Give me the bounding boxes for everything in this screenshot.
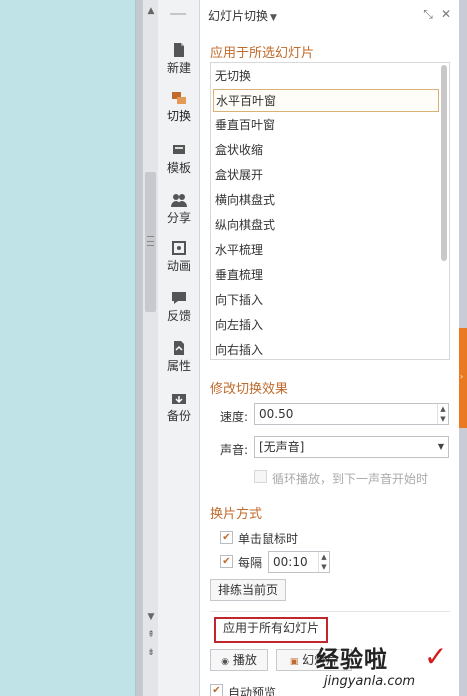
divider [210,611,450,612]
rail-item-share[interactable]: 分享 [158,186,200,234]
grip-icon [147,236,154,246]
interval-value: 00:10 [273,555,308,569]
prev-slide-icon[interactable]: ⇞ [146,630,156,640]
rail-item-feedback[interactable]: 反馈 [158,284,200,332]
template-icon [173,145,185,154]
rail-item-label: 模板 [166,161,191,175]
canvas-scrollbar[interactable]: ▲ ▼ ⇞ ⇟ [142,0,158,696]
backup-icon [172,394,186,404]
every-label: 每隔 [238,556,263,570]
stepper-down-icon[interactable]: ▼ [319,562,329,572]
feedback-icon [172,292,186,304]
rail-item-label: 反馈 [166,309,191,323]
transition-option[interactable]: 垂直百叶窗 [213,114,439,137]
chevron-down-icon: ▼ [437,442,444,451]
transition-icon [172,92,186,104]
sound-value: [无声音] [259,440,305,454]
panel-title-dropdown[interactable]: 幻灯片切换 ▼ [208,7,277,24]
interval-input[interactable]: 00:10 ▲ ▼ [268,551,330,573]
autopreview-checkbox[interactable]: ✔ [210,684,223,696]
rail-item-template[interactable]: 模板 [158,136,200,184]
properties-icon [174,341,184,355]
autopreview-label: 自动预览 [228,686,277,696]
stepper-up-icon[interactable]: ▲ [438,404,448,414]
transition-option-selected[interactable]: 水平百叶窗 [213,89,439,112]
loop-label: 循环播放，到下一声音开始时 [272,472,429,486]
scroll-up-icon[interactable]: ▲ [146,6,156,16]
slide-transition-panel: 幻灯片切换 ▼ ⤡ ✕ 应用于所选幻灯片 无切换 水平百叶窗 垂直百叶窗 盒状收缩… [200,0,459,696]
transition-option[interactable]: 横向棋盘式 [213,189,439,212]
transition-option[interactable]: 垂直梳理 [213,264,439,287]
transition-option[interactable]: 水平梳理 [213,239,439,262]
collapse-icon[interactable]: ⤡ [422,8,434,20]
rail-item-new[interactable]: 新建 [158,36,200,84]
loop-checkbox[interactable] [254,470,267,483]
list-scrollbar-thumb[interactable] [441,65,447,261]
rail-handle [170,13,186,15]
speed-input[interactable]: 00.50 ▲ ▼ [254,403,449,425]
slide-canvas-area [0,0,142,696]
apply-all-button[interactable]: 应用于所有幻灯片 [214,617,328,643]
sound-label: 声音: [220,443,249,457]
chevron-down-icon: ▼ [270,13,277,23]
rail-item-properties[interactable]: 属性 [158,334,200,382]
rail-item-label: 新建 [166,61,191,75]
slideshow-icon: ▣ [289,657,299,667]
speed-value: 00.50 [259,407,294,421]
share-icon [171,194,187,207]
advance-section-title: 换片方式 [210,507,263,522]
transition-option[interactable]: 纵向棋盘式 [213,214,439,237]
transition-option[interactable]: 盒状展开 [213,164,439,187]
rail-item-backup[interactable]: 备份 [158,384,200,432]
apply-section-title: 应用于所选幻灯片 [210,46,315,61]
transition-option[interactable]: 无切换 [213,65,439,88]
rail-item-label: 动画 [166,259,191,273]
task-pane-rail: 新建 切换 模板 分享 动画 反馈 属性 备份 [158,0,200,696]
speed-label: 速度: [220,410,249,424]
sound-select[interactable]: [无声音] ▼ [254,436,449,458]
close-icon[interactable]: ✕ [440,8,452,20]
interval-stepper[interactable]: ▲ ▼ [318,552,329,572]
play-icon: ◉ [221,657,229,667]
slide-preview[interactable] [0,0,136,696]
panel-title: 幻灯片切换 [208,9,269,23]
checkmark-icon: ✓ [424,640,448,673]
on-click-checkbox[interactable]: ✔ [220,531,233,544]
rehearse-button[interactable]: 排练当前页 [210,579,286,601]
list-scrollbar[interactable] [440,65,448,357]
stepper-down-icon[interactable]: ▼ [438,414,448,424]
next-slide-icon[interactable]: ⇟ [146,648,156,658]
scroll-down-icon[interactable]: ▼ [146,612,156,622]
play-button[interactable]: ◉ 播放 [210,649,268,671]
on-click-label: 单击鼠标时 [238,532,299,546]
rail-item-animation[interactable]: 动画 [158,234,200,282]
play-label: 播放 [232,653,257,667]
speed-stepper[interactable]: ▲ ▼ [437,404,448,424]
rail-item-label: 属性 [166,359,191,373]
transition-list[interactable]: 无切换 水平百叶窗 垂直百叶窗 盒状收缩 盒状展开 横向棋盘式 纵向棋盘式 水平… [210,62,450,360]
rail-item-label: 切换 [166,109,191,123]
transition-option[interactable]: 向右插入 [213,339,439,359]
every-checkbox[interactable]: ✔ [220,555,233,568]
watermark-logo: 经验啦 [316,647,388,673]
chevron-right-icon: › [460,372,464,381]
transition-option[interactable]: 向下插入 [213,289,439,312]
watermark: 经验啦 ✓ jingyanla.com [314,640,464,696]
stepper-up-icon[interactable]: ▲ [319,552,329,562]
rail-item-transition[interactable]: 切换 [158,84,200,132]
animation-icon [172,241,186,255]
transition-option[interactable]: 向左插入 [213,314,439,337]
modify-section-title: 修改切换效果 [210,382,289,397]
watermark-url: jingyanla.com [324,674,416,689]
new-doc-icon [174,43,184,57]
panel-header: 幻灯片切换 ▼ ⤡ ✕ [200,0,459,30]
rail-item-label: 分享 [166,211,191,225]
transition-option[interactable]: 盒状收缩 [213,139,439,162]
rail-item-label: 备份 [166,409,191,423]
side-collapse-tab[interactable]: › [459,328,467,428]
